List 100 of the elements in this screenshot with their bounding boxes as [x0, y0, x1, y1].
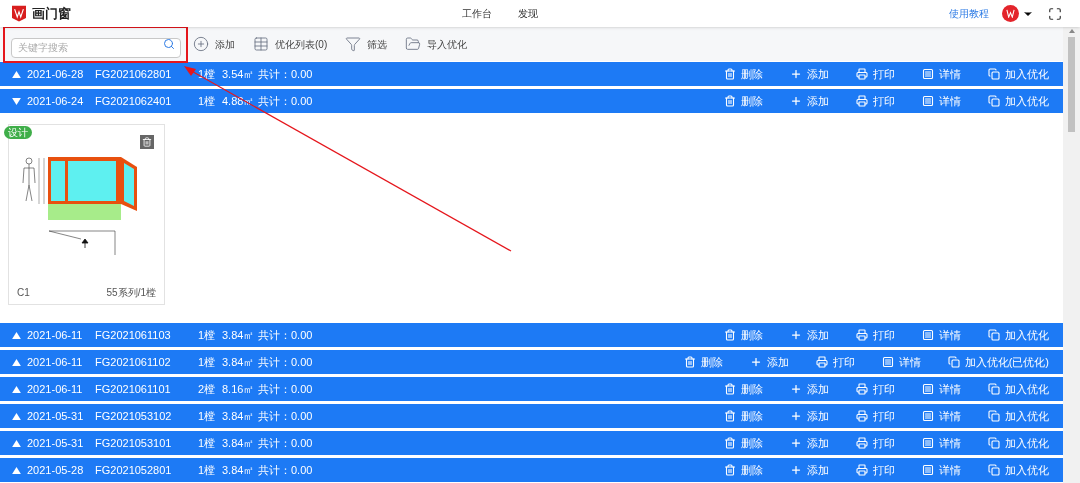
collapsed-caret-icon [12, 70, 21, 78]
order-number: FG2021061101 [95, 381, 172, 397]
brand-name: 画门窗 [32, 4, 71, 23]
row-action-button[interactable]: 添加 [790, 380, 829, 398]
order-total: 共计：0.00 [258, 354, 313, 370]
plus-icon [790, 68, 802, 80]
scrollbar[interactable] [1063, 27, 1080, 483]
order-number: FG2021062401 [95, 93, 173, 109]
delete-button[interactable] [140, 135, 154, 149]
trash-icon [724, 410, 736, 422]
order-date: 2021-06-28 [27, 66, 84, 82]
row-action-button[interactable]: 详情 [922, 434, 961, 452]
order-number: FG2021053101 [95, 435, 173, 451]
row-action-button[interactable]: 删除 [724, 407, 763, 425]
row-action-button[interactable]: 详情 [922, 326, 961, 344]
collapsed-caret-icon [12, 358, 21, 366]
row-action-button[interactable]: 加入优化 [988, 65, 1049, 83]
row-action-button[interactable]: 删除 [724, 380, 763, 398]
toolbar-button[interactable]: 优化列表(0) [253, 36, 328, 52]
row-action-button[interactable]: 打印 [856, 380, 895, 398]
tutorial-link[interactable]: 使用教程 [949, 6, 989, 21]
order-row[interactable]: 2021-05-28 FG2021052801 1樘 3.84㎡ 共计：0.00 删除 添加 打印 详情 加入优化 [0, 458, 1063, 482]
order-date: 2021-05-28 [27, 462, 84, 478]
trash-icon [724, 68, 736, 80]
row-action-button[interactable]: 删除 [724, 65, 763, 83]
order-number: FG2021061103 [95, 327, 172, 343]
copy-icon [988, 95, 1000, 107]
row-action-button[interactable]: 添加 [790, 407, 829, 425]
nav-link[interactable]: 工作台 [462, 6, 492, 21]
row-action-button[interactable]: 删除 [724, 461, 763, 479]
row-action-button[interactable]: 详情 [922, 92, 961, 110]
row-action-button[interactable]: 删除 [724, 326, 763, 344]
order-row[interactable]: 2021-05-31 FG2021053101 1樘 3.84㎡ 共计：0.00 删除 添加 打印 详情 加入优化 [0, 431, 1063, 455]
document-icon [922, 437, 934, 449]
filter-icon [345, 36, 362, 52]
plus-icon [790, 464, 802, 476]
row-action-button[interactable]: 加入优化(已优化) [947, 353, 1049, 371]
row-action-button[interactable]: 详情 [881, 353, 921, 371]
row-action-button[interactable]: 添加 [790, 461, 829, 479]
row-action-button[interactable]: 加入优化 [988, 92, 1049, 110]
row-action-button[interactable]: 加入优化 [988, 434, 1049, 452]
row-action-button[interactable]: 删除 [724, 434, 763, 452]
collapsed-caret-icon [12, 412, 21, 420]
order-row[interactable]: 2021-06-11 FG2021061102 1樘 3.84㎡ 共计：0.00 删除 添加 打印 详情 加入优化(已优化) [0, 350, 1063, 374]
row-action-button[interactable]: 添加 [790, 434, 829, 452]
order-date: 2021-05-31 [27, 408, 84, 424]
row-action-button[interactable]: 打印 [856, 407, 895, 425]
row-action-button[interactable]: 详情 [922, 65, 961, 83]
row-action-button[interactable]: 详情 [922, 380, 961, 398]
order-row[interactable]: 2021-05-31 FG2021053102 1樘 3.84㎡ 共计：0.00 删除 添加 打印 详情 加入优化 [0, 404, 1063, 428]
row-action-button[interactable]: 打印 [856, 434, 895, 452]
search-icon[interactable] [163, 38, 175, 50]
row-action-button[interactable]: 打印 [815, 353, 855, 371]
row-action-button[interactable]: 详情 [922, 407, 961, 425]
order-row[interactable]: 2021-06-28 FG2021062801 1樘 3.54㎡ 共计：0.00 删除 添加 打印 详情 加入优化 [0, 62, 1063, 86]
expanded-caret-icon [12, 97, 21, 105]
row-action-button[interactable]: 添加 [749, 353, 789, 371]
row-action-button[interactable]: 添加 [790, 326, 829, 344]
row-action-button[interactable]: 删除 [724, 92, 763, 110]
window-count: 1樘 [198, 408, 217, 424]
row-action-button[interactable]: 加入优化 [988, 326, 1049, 344]
row-action-button[interactable]: 详情 [922, 461, 961, 479]
order-area: 3.84㎡ [222, 461, 258, 479]
nav-link[interactable]: 发现 [518, 6, 538, 21]
fullscreen-icon[interactable] [1048, 6, 1062, 21]
order-area: 3.84㎡ [222, 326, 258, 344]
row-action-button[interactable]: 打印 [856, 461, 895, 479]
document-icon [922, 464, 934, 476]
order-date: 2021-06-11 [27, 354, 84, 370]
order-date: 2021-06-11 [27, 327, 84, 343]
folder-icon [405, 36, 422, 52]
window-count: 1樘 [198, 462, 217, 478]
row-action-button[interactable]: 删除 [683, 353, 723, 371]
row-action-button[interactable]: 打印 [856, 92, 895, 110]
order-row[interactable]: 2021-06-11 FG2021061103 1樘 3.84㎡ 共计：0.00 删除 添加 打印 详情 加入优化 [0, 323, 1063, 347]
row-action-button[interactable]: 加入优化 [988, 380, 1049, 398]
logo-icon [12, 5, 26, 22]
scrollbar-thumb[interactable] [1068, 37, 1075, 132]
row-action-button[interactable]: 添加 [790, 65, 829, 83]
order-number: FG2021062801 [95, 66, 173, 82]
printer-icon [856, 329, 868, 341]
window-name: C1 [17, 286, 30, 300]
toolbar-button[interactable]: 添加 [193, 36, 235, 52]
order-row[interactable]: 2021-06-11 FG2021061101 2樘 8.16㎡ 共计：0.00 删除 添加 打印 详情 加入优化 [0, 377, 1063, 401]
toolbar-button[interactable]: 导入优化 [405, 36, 468, 52]
trash-icon [724, 329, 736, 341]
order-area: 8.16㎡ [222, 380, 258, 398]
row-action-button[interactable]: 加入优化 [988, 407, 1049, 425]
toolbar-button[interactable]: 筛选 [345, 36, 388, 52]
row-action-button[interactable]: 加入优化 [988, 461, 1049, 479]
row-action-button[interactable]: 添加 [790, 92, 829, 110]
order-total: 共计：0.00 [258, 408, 313, 424]
order-area: 3.84㎡ [222, 434, 258, 452]
row-action-button[interactable]: 打印 [856, 65, 895, 83]
search-field[interactable]: 关键字搜索 [11, 37, 181, 58]
row-action-button[interactable]: 打印 [856, 326, 895, 344]
copy-icon [988, 329, 1000, 341]
order-area: 3.54㎡ [222, 65, 258, 83]
scroll-up-icon[interactable] [1068, 29, 1075, 33]
user-avatar[interactable] [1002, 5, 1019, 22]
